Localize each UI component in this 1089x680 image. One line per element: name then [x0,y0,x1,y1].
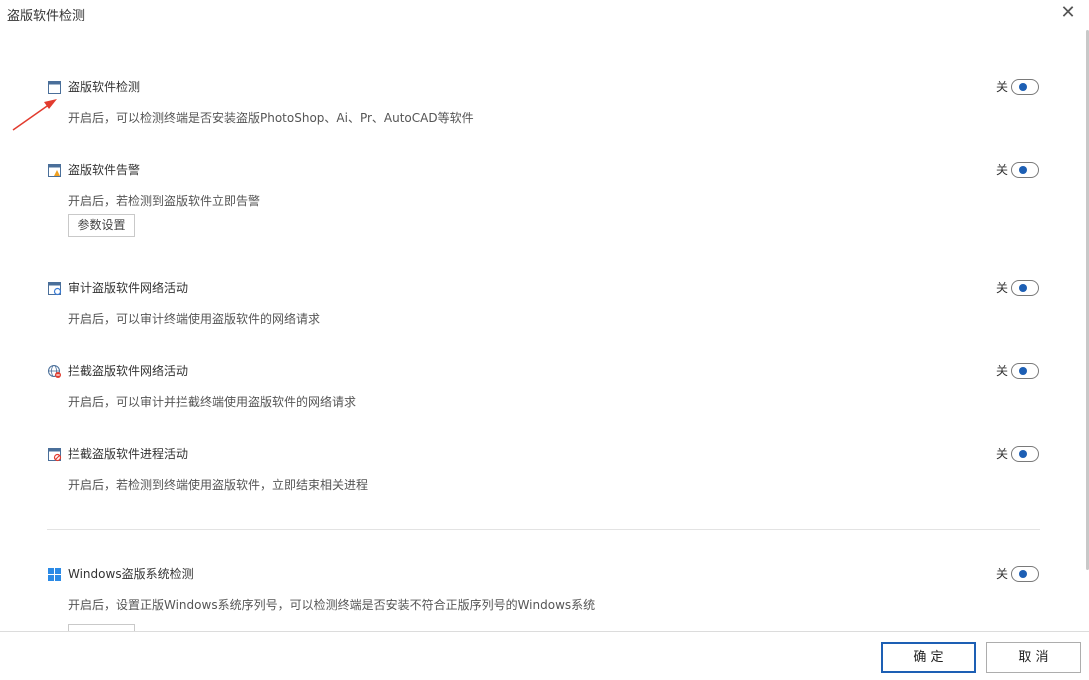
section-description: 开启后，可以审计并拦截终端使用盗版软件的网络请求 [68,395,357,409]
window-block-icon [47,447,62,462]
window-audit-icon [47,281,62,296]
block-network-toggle[interactable] [1011,363,1039,379]
toggle-knob [1019,83,1027,91]
toggle-state-label: 关 [996,447,1009,461]
cancel-button[interactable]: 取 消 [986,642,1081,673]
section-description: 开启后，可以审计终端使用盗版软件的网络请求 [68,312,321,326]
piracy-alert-toggle[interactable] [1011,162,1039,178]
section-title: 拦截盗版软件进程活动 [68,447,189,461]
section-description: 开启后，可以检测终端是否安装盗版PhotoShop、Ai、Pr、AutoCAD等… [68,111,474,125]
toggle-knob [1019,166,1027,174]
toggle-knob [1019,570,1027,578]
toggle-state-label: 关 [996,567,1009,581]
toggle-state-label: 关 [996,163,1009,177]
section-description: 开启后，设置正版Windows系统序列号，可以检测终端是否安装不符合正版序列号的… [68,598,596,612]
toggle-knob [1019,284,1027,292]
partially-hidden-button[interactable] [68,624,135,631]
windows-logo-icon [47,567,62,582]
audit-network-toggle[interactable] [1011,280,1039,296]
toggle-state-label: 关 [996,364,1009,378]
dialog-footer: 确 定 取 消 [0,631,1089,680]
section-title: 盗版软件告警 [68,163,141,177]
section-title: 审计盗版软件网络活动 [68,281,189,295]
toggle-state-label: 关 [996,281,1009,295]
section-title: 盗版软件检测 [68,80,141,94]
parameter-settings-button[interactable]: 参数设置 [68,214,135,237]
section-title: 拦截盗版软件网络活动 [68,364,189,378]
piracy-detection-dialog: 盗版软件检测 ✕ 盗版软件检测 开启后，可以检测终端是否安装盗版PhotoSho… [0,0,1089,680]
windows-detection-toggle[interactable] [1011,566,1039,582]
section-divider [47,529,1040,530]
block-process-toggle[interactable] [1011,446,1039,462]
confirm-button[interactable]: 确 定 [881,642,976,673]
section-title: Windows盗版系统检测 [68,567,194,581]
toggle-knob [1019,450,1027,458]
settings-list: 盗版软件检测 开启后，可以检测终端是否安装盗版PhotoShop、Ai、Pr、A… [0,0,1086,631]
toggle-state-label: 关 [996,80,1009,94]
window-alert-icon [47,163,62,178]
toggle-knob [1019,367,1027,375]
window-icon [47,80,62,95]
globe-block-icon [47,364,62,379]
section-description: 开启后，若检测到盗版软件立即告警 [68,194,261,208]
section-description: 开启后，若检测到终端使用盗版软件，立即结束相关进程 [68,478,369,492]
piracy-detection-toggle[interactable] [1011,79,1039,95]
